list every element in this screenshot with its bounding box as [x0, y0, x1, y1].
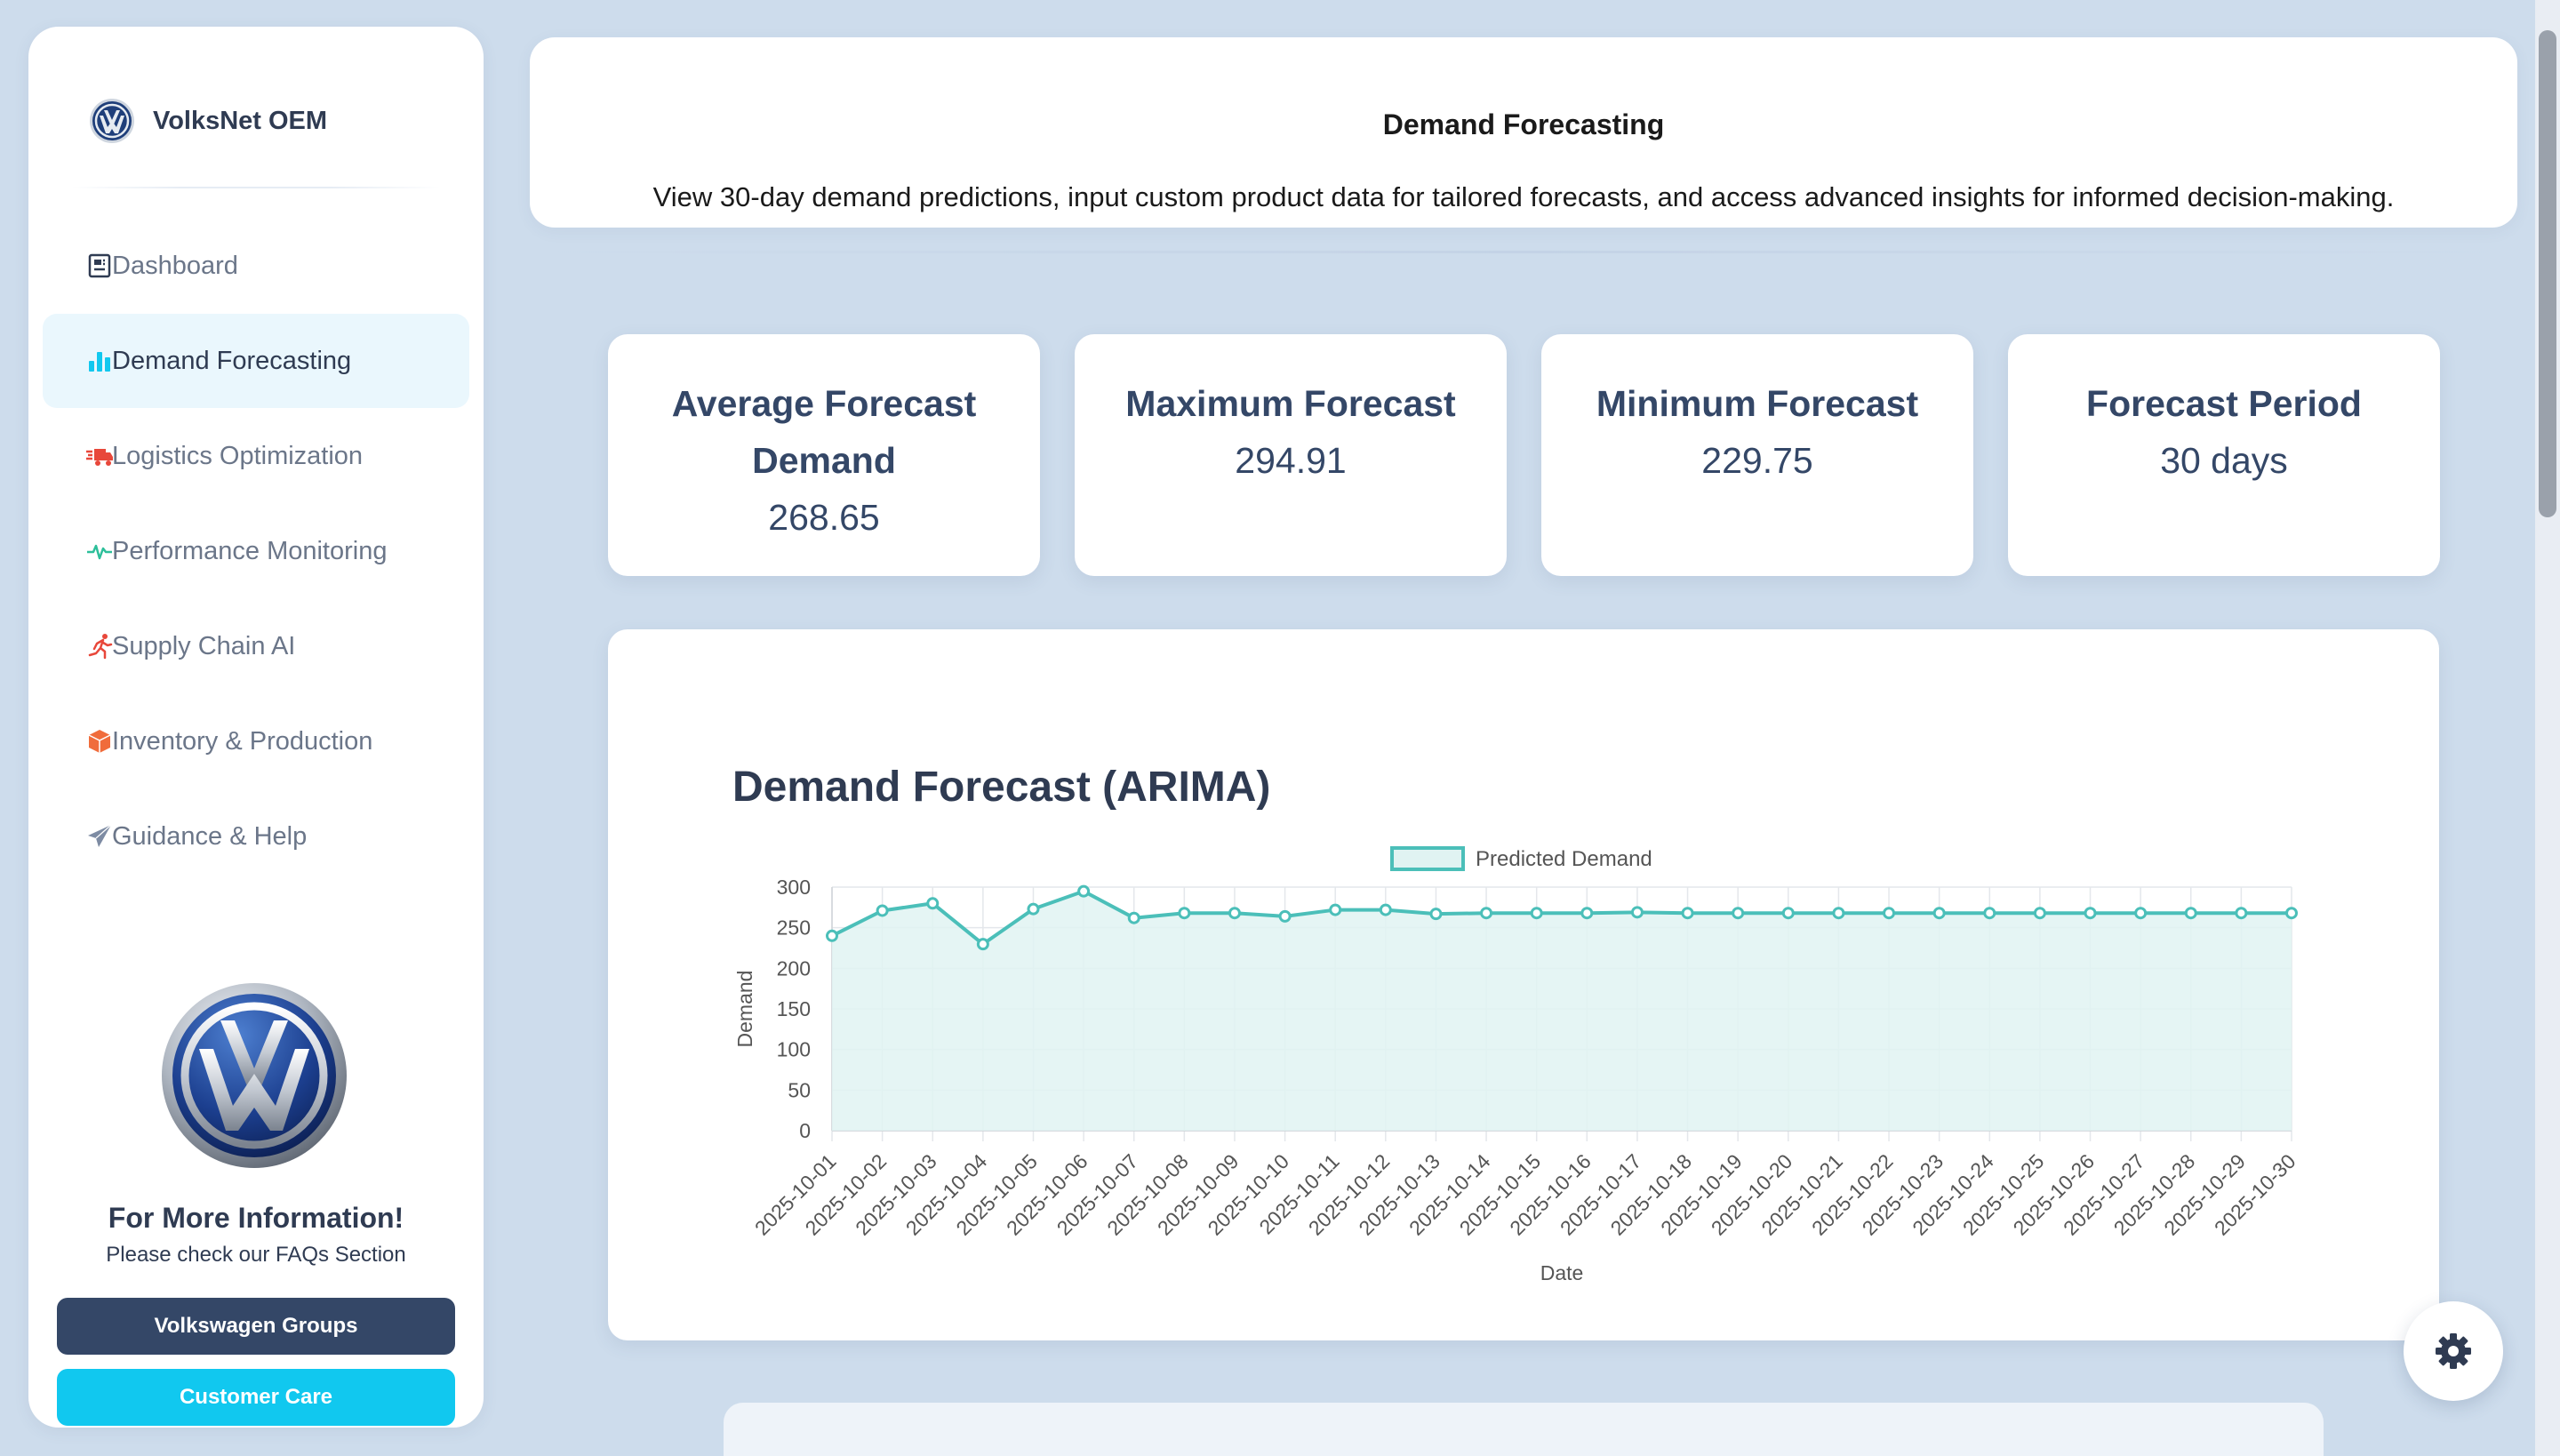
page-title: Demand Forecasting	[1382, 108, 1665, 140]
lower-panel	[724, 1403, 2324, 1456]
settings-button[interactable]	[2404, 1301, 2503, 1401]
data-point	[976, 938, 989, 951]
data-point	[1379, 903, 1392, 916]
legend-label: Predicted Demand	[1476, 847, 1652, 871]
brand[interactable]: VolksNet OEM	[89, 98, 327, 144]
stat-card-average: Average Forecast Demand 268.65	[608, 334, 1040, 576]
stat-title: Maximum Forecast	[1125, 383, 1456, 424]
stat-value: 268.65	[768, 497, 880, 538]
data-point	[876, 904, 889, 917]
sidebar-item-label: Guidance & Help	[112, 821, 308, 851]
data-point	[1429, 908, 1443, 921]
data-point	[2285, 907, 2298, 920]
sidebar-item-label: Supply Chain AI	[112, 631, 296, 660]
stat-value: 294.91	[1235, 440, 1347, 481]
stat-card-minimum: Minimum Forecast 229.75	[1541, 334, 1973, 576]
stat-title: Minimum Forecast	[1596, 383, 1919, 424]
data-point	[2084, 907, 2097, 920]
data-point	[1077, 884, 1091, 898]
data-point	[926, 897, 940, 910]
data-point	[1681, 907, 1694, 920]
bar-chart-icon	[89, 352, 110, 372]
x-axis-title: Date	[1540, 1261, 1584, 1284]
data-point	[1883, 907, 1896, 920]
sidebar-item-performance-monitoring[interactable]: Performance Monitoring	[43, 504, 469, 598]
data-point	[1530, 907, 1543, 920]
scrollbar-thumb[interactable]	[2539, 30, 2556, 517]
info-subtitle: Please check our FAQs Section	[106, 1243, 406, 1267]
page-header: Demand Forecasting View 30-day demand pr…	[530, 37, 2517, 228]
y-tick-label: 50	[788, 1078, 811, 1101]
y-tick-label: 150	[777, 997, 811, 1020]
sidebar-item-label: Logistics Optimization	[112, 441, 364, 470]
stat-value: 229.75	[1701, 440, 1813, 481]
y-tick-label: 200	[777, 956, 811, 980]
data-point	[1832, 907, 1845, 920]
data-point	[1580, 907, 1594, 920]
sidebar-item-label: Dashboard	[112, 251, 238, 280]
data-point	[1932, 907, 1946, 920]
data-point	[1127, 911, 1140, 924]
series-area	[832, 891, 2292, 1131]
customer-care-button[interactable]: Customer Care	[57, 1369, 455, 1426]
data-point	[1983, 907, 1996, 920]
gear-icon	[2436, 1333, 2471, 1369]
y-tick-label: 100	[777, 1038, 811, 1061]
stat-title: Average Forecast Demand	[671, 383, 977, 481]
data-point	[1781, 907, 1795, 920]
demand-forecast-chart: 0501001502002503002025-10-012025-10-0220…	[733, 846, 2300, 1284]
header-divider	[530, 251, 2517, 253]
data-point	[1228, 907, 1241, 920]
y-tick-label: 0	[799, 1119, 811, 1142]
sidebar-nav: Dashboard Demand Forecasting Logistics O…	[43, 219, 469, 884]
dashboard-icon	[88, 253, 111, 278]
box-icon	[88, 730, 111, 753]
chart-card: Demand Forecast (ARIMA) 0 50 100 150 200 250 3…	[608, 629, 2439, 1340]
sidebar-item-guidance-help[interactable]: Guidance & Help	[43, 789, 469, 884]
data-point	[1278, 909, 1292, 923]
data-point	[1480, 907, 1493, 920]
sidebar-item-label: Demand Forecasting	[112, 346, 352, 375]
vw-emblem-icon	[162, 983, 347, 1168]
data-point	[1329, 903, 1342, 916]
sidebar-item-logistics-optimization[interactable]: Logistics Optimization	[43, 409, 469, 503]
data-point	[2184, 907, 2197, 920]
data-point	[2033, 907, 2046, 920]
info-title: For More Information!	[108, 1202, 404, 1234]
truck-fast-icon	[86, 449, 113, 466]
y-axis-title: Demand	[733, 971, 756, 1048]
sidebar-item-label: Inventory & Production	[112, 726, 373, 756]
stat-title: Forecast Period	[2086, 383, 2362, 424]
data-point	[826, 929, 838, 942]
data-point	[2235, 907, 2248, 920]
pulse-icon	[87, 544, 112, 560]
vw-logo-icon	[90, 99, 134, 143]
paper-plane-icon	[88, 824, 112, 847]
legend-swatch	[1390, 846, 1465, 871]
y-tick-label: 300	[777, 876, 811, 899]
sidebar-item-label: Performance Monitoring	[112, 536, 388, 565]
data-point	[1178, 907, 1191, 920]
data-point	[1732, 907, 1745, 920]
sidebar-item-supply-chain-ai[interactable]: Supply Chain AI	[43, 599, 469, 693]
sidebar-item-inventory-production[interactable]: Inventory & Production	[43, 694, 469, 788]
stat-card-maximum: Maximum Forecast 294.91	[1075, 334, 1507, 576]
sidebar-divider	[71, 187, 441, 188]
data-point	[2134, 907, 2148, 920]
brand-name: VolksNet OEM	[153, 106, 328, 135]
page-description: View 30-day demand predictions, input cu…	[652, 181, 2395, 212]
stat-value: 30 days	[2160, 440, 2288, 481]
runner-icon	[88, 634, 113, 660]
data-point	[1027, 902, 1040, 916]
sidebar-item-demand-forecasting[interactable]: Demand Forecasting	[43, 314, 469, 408]
data-point	[1630, 906, 1644, 919]
stat-card-period: Forecast Period 30 days	[2008, 334, 2440, 576]
scrollbar-track[interactable]	[2535, 0, 2560, 1456]
y-tick-label: 250	[777, 916, 811, 940]
volkswagen-groups-button[interactable]: Volkswagen Groups	[57, 1298, 455, 1355]
sidebar: VolksNet OEM Dashboard Demand Forecastin…	[28, 27, 484, 1428]
sidebar-item-dashboard[interactable]: Dashboard	[43, 219, 469, 313]
